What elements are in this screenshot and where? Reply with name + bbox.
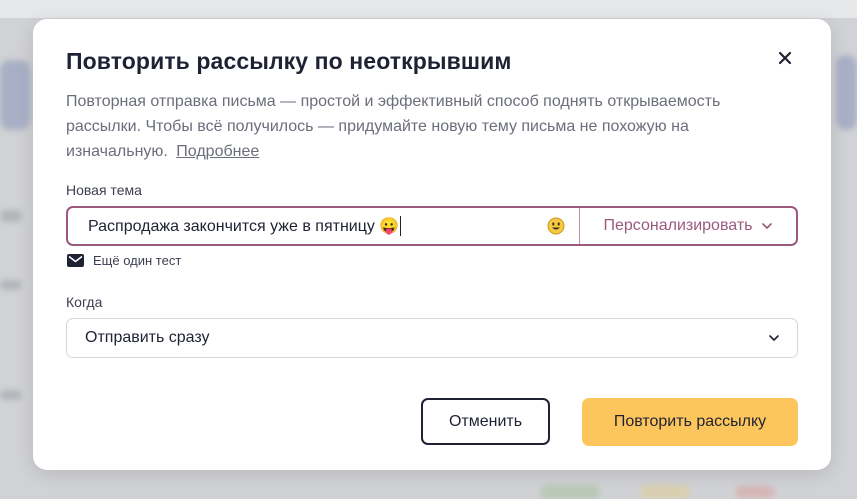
subject-field: Распродажа закончится уже в пятницу 😛 Пе… xyxy=(66,206,798,246)
close-icon xyxy=(778,51,792,65)
send-time-select[interactable]: Отправить сразу xyxy=(66,318,798,358)
text-caret xyxy=(400,216,402,236)
background-shape xyxy=(0,280,22,290)
chevron-down-icon xyxy=(769,335,779,341)
send-test-label: Ещё один тест xyxy=(93,253,182,268)
background-shape xyxy=(735,486,775,498)
send-test-link[interactable]: Ещё один тест xyxy=(67,253,181,268)
personalize-dropdown[interactable]: Персонализировать xyxy=(580,208,796,244)
repeat-send-button[interactable]: Повторить рассылку xyxy=(582,398,798,446)
more-link[interactable]: Подробнее xyxy=(176,143,259,160)
dialog-description: Повторная отправка письма — простой и эф… xyxy=(66,89,786,164)
dialog-title: Повторить рассылку по неоткрывшим xyxy=(66,48,512,74)
resend-dialog: Повторить рассылку по неоткрывшим Повтор… xyxy=(33,19,831,470)
background-shape xyxy=(0,390,22,400)
envelope-icon xyxy=(67,254,84,267)
subject-label: Новая тема xyxy=(66,182,142,198)
subject-input[interactable]: Распродажа закончится уже в пятницу 😛 xyxy=(68,208,580,244)
background-shape xyxy=(540,485,600,499)
background-shape xyxy=(0,210,22,222)
cancel-button[interactable]: Отменить xyxy=(421,398,550,445)
when-label: Когда xyxy=(66,294,103,310)
background-shape xyxy=(640,485,690,499)
send-time-value: Отправить сразу xyxy=(85,329,210,346)
close-button[interactable] xyxy=(773,46,797,70)
personalize-label: Персонализировать xyxy=(603,217,753,234)
background-shape xyxy=(0,60,30,130)
chevron-down-icon xyxy=(762,223,773,229)
description-text: Повторная отправка письма — простой и эф… xyxy=(66,93,721,160)
smiley-icon[interactable] xyxy=(547,217,565,235)
background-shape xyxy=(836,55,857,130)
background-header xyxy=(0,0,857,18)
subject-value: Распродажа закончится уже в пятницу 😛 xyxy=(88,218,400,235)
